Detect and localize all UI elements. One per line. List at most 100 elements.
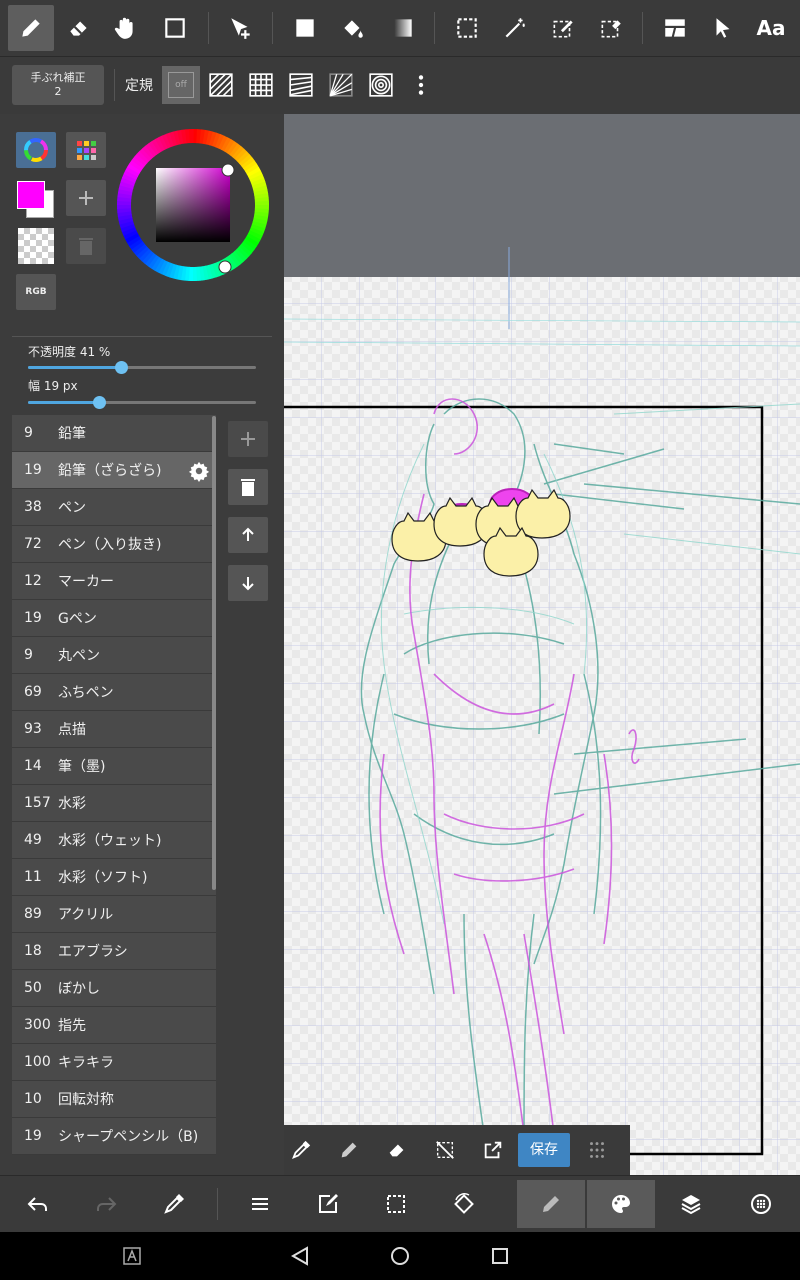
width-slider[interactable] <box>28 396 256 409</box>
selection-button[interactable] <box>362 1180 430 1228</box>
brush-list-item[interactable]: 89 アクリル <box>12 896 216 933</box>
rotate-canvas-button[interactable] <box>430 1180 498 1228</box>
brush-list-item[interactable]: 9 鉛筆 <box>12 415 216 452</box>
move-brush-up-button[interactable] <box>228 517 268 553</box>
color-wheel-tab-button[interactable] <box>16 132 56 168</box>
hue-segment <box>136 246 150 259</box>
move-tool-button[interactable] <box>218 5 264 51</box>
brush-list-item[interactable]: 100 キラキラ <box>12 1044 216 1081</box>
stabilizer-button[interactable]: 手ぶれ補正 2 <box>12 65 104 105</box>
rectangle-outline-icon <box>165 18 185 38</box>
hue-segment <box>199 129 206 144</box>
delete-color-button[interactable] <box>66 228 106 264</box>
width-slider-handle[interactable] <box>92 396 106 409</box>
select-pen-tool-button[interactable] <box>540 5 586 51</box>
gradient-tool-button[interactable] <box>380 5 426 51</box>
back-icon[interactable] <box>288 1244 312 1268</box>
eraser-tool-button[interactable] <box>56 5 102 51</box>
ruler-grid-button[interactable] <box>242 66 280 104</box>
add-brush-button[interactable] <box>228 421 268 457</box>
color-mode-label: RGB <box>25 287 47 297</box>
color-mode-button[interactable]: RGB <box>16 274 56 310</box>
brush-panel-button[interactable] <box>517 1180 585 1228</box>
brush-list-item[interactable]: 19 Gペン <box>12 600 216 637</box>
text-tool-button[interactable]: Aa <box>748 5 794 51</box>
eraser-quick-button[interactable] <box>380 1133 414 1167</box>
brush-list-item[interactable]: 38 ペン <box>12 489 216 526</box>
ruler-horizontal-button[interactable] <box>282 66 320 104</box>
brush-list-item[interactable]: 49 水彩（ウェット) <box>12 822 216 859</box>
brush-list-item[interactable]: 9 丸ペン <box>12 637 216 674</box>
hue-segment <box>254 211 269 218</box>
toolbar-divider <box>208 12 209 44</box>
ruler-concentric-button[interactable] <box>362 66 400 104</box>
drag-handle[interactable] <box>580 1133 614 1167</box>
color-panel-button[interactable] <box>587 1180 655 1228</box>
hue-segment <box>246 167 262 178</box>
material-button[interactable] <box>727 1180 795 1228</box>
pointer-tool-button[interactable] <box>700 5 746 51</box>
brush-list-item[interactable]: 157 水彩 <box>12 785 216 822</box>
delete-brush-button[interactable] <box>228 469 268 505</box>
brush-list-item[interactable]: 12 マーカー <box>12 563 216 600</box>
opacity-slider[interactable] <box>28 361 256 374</box>
pen-quick-button[interactable] <box>332 1133 366 1167</box>
move-brush-down-button[interactable] <box>228 565 268 601</box>
magic-wand-tool-button[interactable] <box>492 5 538 51</box>
hand-tool-button[interactable] <box>102 5 148 51</box>
tool-options-bar: 手ぶれ補正 2 定規 off <box>0 57 800 114</box>
recents-icon[interactable] <box>488 1244 512 1268</box>
hue-wheel[interactable] <box>114 126 272 284</box>
hue-picker-handle[interactable] <box>218 260 232 274</box>
deselect-quick-button[interactable] <box>428 1133 462 1167</box>
foreground-background-swatch[interactable] <box>16 180 56 220</box>
layers-button[interactable] <box>657 1180 725 1228</box>
more-options-button[interactable] <box>402 66 440 104</box>
grid-ruler-icon <box>249 73 273 97</box>
menu-button[interactable] <box>226 1180 294 1228</box>
ruler-perspective-button[interactable] <box>322 66 360 104</box>
redo-button[interactable] <box>72 1180 140 1228</box>
brush-name: 点描 <box>58 722 86 738</box>
bucket-tool-button[interactable] <box>330 5 376 51</box>
edit-button[interactable] <box>294 1180 362 1228</box>
brush-list-item[interactable]: 69 ふちペン <box>12 674 216 711</box>
save-button[interactable]: 保存 <box>518 1133 570 1167</box>
brush-list-item[interactable]: 19 鉛筆（ざらざら) <box>12 452 216 489</box>
sv-picker-handle[interactable] <box>221 163 235 177</box>
opacity-slider-handle[interactable] <box>115 361 129 374</box>
home-icon[interactable] <box>388 1244 412 1268</box>
rectangle-tool-button[interactable] <box>152 5 198 51</box>
deselect-icon <box>436 1141 454 1159</box>
transparent-color-swatch[interactable] <box>18 228 54 264</box>
select-rect-tool-button[interactable] <box>444 5 490 51</box>
add-color-button[interactable] <box>66 180 106 216</box>
brush-list-item[interactable]: 19 シャープペンシル（B) <box>12 1118 216 1155</box>
gradient-icon <box>394 19 412 37</box>
brush-list-item[interactable]: 10 回転対称 <box>12 1081 216 1118</box>
brush-size: 49 <box>24 832 42 848</box>
ruler-off-button[interactable]: off <box>162 66 200 104</box>
eyedropper-quick-button[interactable] <box>284 1133 318 1167</box>
brush-list-scrollbar[interactable] <box>212 416 216 890</box>
pen-tool-button[interactable] <box>8 5 54 51</box>
ruler-parallel-button[interactable] <box>202 66 240 104</box>
brush-list-item[interactable]: 72 ペン（入り抜き) <box>12 526 216 563</box>
eyedropper-button[interactable] <box>140 1180 208 1228</box>
brush-list-item[interactable]: 300 指先 <box>12 1007 216 1044</box>
palette-tab-button[interactable] <box>66 132 106 168</box>
panel-tool-button[interactable] <box>652 5 698 51</box>
share-quick-button[interactable] <box>476 1133 510 1167</box>
brush-list-item[interactable]: 11 水彩（ソフト) <box>12 859 216 896</box>
keyboard-switch-icon[interactable] <box>120 1244 144 1268</box>
fill-rect-tool-button[interactable] <box>282 5 328 51</box>
brush-settings-gear-icon[interactable] <box>188 460 210 482</box>
select-eraser-tool-button[interactable] <box>588 5 634 51</box>
brush-list-item[interactable]: 93 点描 <box>12 711 216 748</box>
undo-button[interactable] <box>4 1180 72 1228</box>
brush-list-item[interactable]: 50 ぼかし <box>12 970 216 1007</box>
brush-list-item[interactable]: 18 エアブラシ <box>12 933 216 970</box>
drawing-canvas[interactable] <box>284 114 800 1175</box>
brush-list-item[interactable]: 14 筆（墨) <box>12 748 216 785</box>
dashed-select-icon <box>387 1195 405 1213</box>
